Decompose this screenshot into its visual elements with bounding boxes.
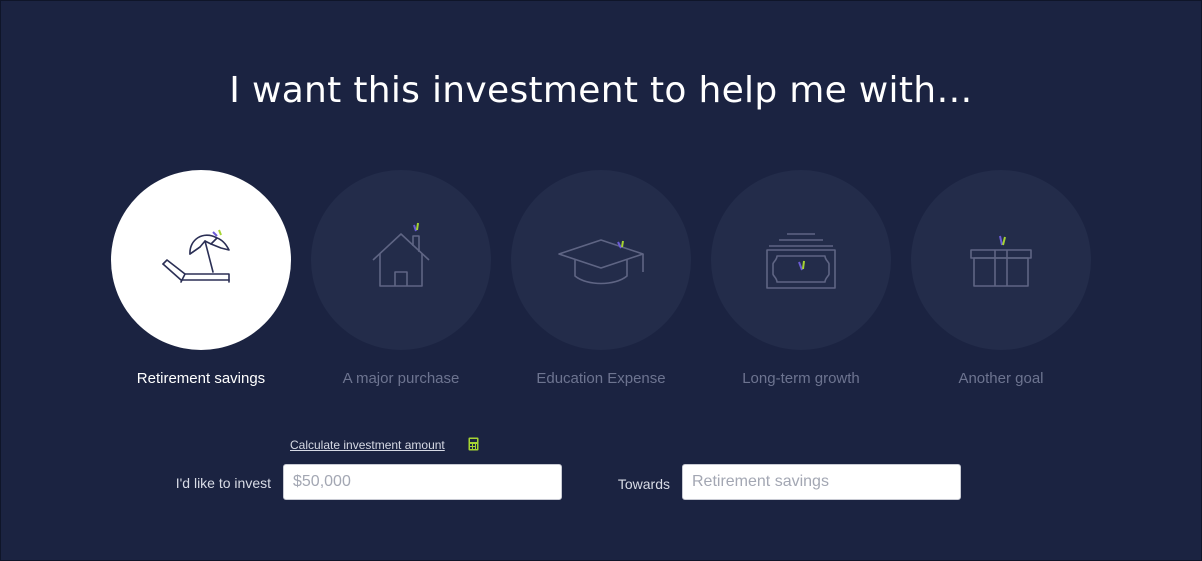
goal-major-purchase[interactable]: A major purchase [301, 170, 501, 400]
invest-amount-label: I'd like to invest [175, 475, 271, 491]
goal-education-expense[interactable]: Education Expense [501, 170, 701, 400]
goal-label: A major purchase [342, 370, 460, 387]
beach-chair-umbrella-icon [162, 229, 230, 283]
calculator-icon[interactable] [468, 437, 479, 451]
graduation-cap-icon [558, 239, 644, 285]
goal-another-goal[interactable]: Another goal [901, 170, 1101, 400]
page-title: I want this investment to help me with… [229, 70, 973, 111]
towards-label: Towards [617, 476, 670, 492]
goal-circle[interactable] [311, 170, 491, 350]
goal-label: Long-term growth [742, 370, 860, 387]
goal-circle[interactable] [511, 170, 691, 350]
goal-circle[interactable] [111, 170, 291, 350]
invest-amount-input[interactable] [283, 464, 562, 500]
goal-long-term-growth[interactable]: Long-term growth [701, 170, 901, 400]
money-stack-icon [766, 233, 836, 289]
goal-circle[interactable] [711, 170, 891, 350]
towards-goal-input[interactable] [682, 464, 961, 500]
goal-retirement-savings[interactable]: Retirement savings [101, 170, 301, 400]
goal-label: Education Expense [536, 370, 666, 387]
goal-label: Another goal [958, 370, 1044, 387]
goal-options: Retirement savings A major purchase Educ… [101, 170, 1101, 400]
gift-box-icon [970, 235, 1032, 287]
house-icon [372, 222, 430, 287]
calculate-investment-link[interactable]: Calculate investment amount [290, 438, 445, 452]
goal-circle[interactable] [911, 170, 1091, 350]
goal-label: Retirement savings [136, 370, 266, 387]
